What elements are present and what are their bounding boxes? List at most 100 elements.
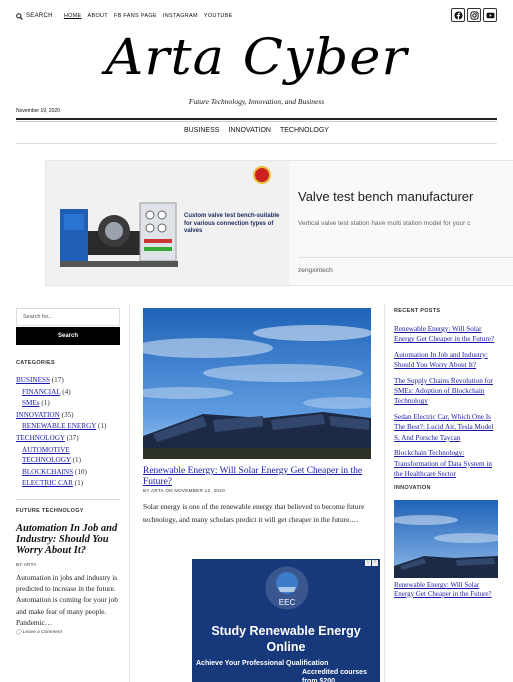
recent-post-link[interactable]: Sedan Electric Car, Which One Is The Bes… [394, 412, 498, 443]
instagram-icon [469, 10, 479, 20]
category-item: SMEs (1) [16, 398, 120, 410]
category-item: ELECTRIC CAR (1) [16, 478, 120, 490]
category-link[interactable]: ELECTRIC CAR [22, 479, 73, 487]
ad-divider [298, 257, 513, 258]
category-count: (37) [66, 433, 79, 442]
category-item: INNOVATION (35) [16, 410, 120, 422]
column-divider-left [129, 305, 130, 682]
left-sidebar: Search for... Search CATEGORIES BUSINESS… [16, 308, 120, 635]
category-count: (35) [61, 410, 74, 419]
ad-image-caption: Custom valve test bench-suitable for var… [184, 213, 280, 234]
recent-posts-title: RECENT POSTS [394, 308, 441, 314]
main-nav-business[interactable]: BUSINESS [184, 127, 219, 134]
ad-banner[interactable]: Custom valve test bench-suitable for var… [45, 160, 513, 286]
innovation-post-image[interactable] [394, 500, 498, 579]
column-divider-right [384, 305, 385, 682]
category-count: (10) [74, 467, 87, 476]
sidebar-search-button[interactable]: Search [16, 327, 120, 345]
top-bar: SEARCH HOME ABOUT FB FANS PAGE INSTAGRAM… [16, 8, 497, 24]
ad-org-name: EEC [279, 598, 296, 607]
category-link[interactable]: BUSINESS [16, 376, 50, 384]
current-date: November 19, 2020 [16, 108, 60, 114]
renewable-energy-ad[interactable]: i × EEC Study Renewable Energy Online Ac… [192, 559, 380, 682]
comment-icon: ◯ [16, 630, 22, 636]
category-link[interactable]: BLOCKCHAINS [22, 468, 73, 476]
category-item: RENEWABLE ENERGY (1) [16, 421, 120, 433]
header-divider [16, 118, 497, 120]
category-count: (1) [72, 455, 82, 464]
main-column: Renewable Energy: Will Solar Energy Get … [143, 308, 371, 526]
top-nav-instagram[interactable]: INSTAGRAM [163, 13, 198, 19]
leave-comment-label: Leave a Comment [22, 630, 62, 636]
ad-description: Vertical valve test station have multi s… [298, 220, 471, 227]
category-count: (17) [51, 376, 64, 384]
categories-list: BUSINESS (17) FINANCIAL (4) SMEs (1) INN… [16, 375, 120, 490]
search-label: SEARCH [26, 13, 53, 19]
ad-headline[interactable]: Valve test bench manufacturer [298, 189, 473, 204]
solar-panels-image [143, 308, 371, 459]
recent-post-link[interactable]: Blockchain Technology: Transformation of… [394, 448, 498, 479]
ad-left-text: Achieve Your Professional Qualification [196, 660, 329, 667]
future-technology-title: FUTURE TECHNOLOGY [16, 507, 84, 514]
main-nav-technology[interactable]: TECHNOLOGY [280, 127, 329, 134]
sidebar-search-input[interactable]: Search for... [16, 308, 120, 326]
eec-emblem-icon: EEC [265, 566, 309, 610]
category-count: (1) [74, 479, 84, 488]
recent-post-link[interactable]: The Supply Chains Revolution for SMEs: A… [394, 376, 498, 407]
innovation-title: INNOVATION [394, 485, 431, 492]
post-meta: BY ARTA ON NOVEMBER 12, 2020 [143, 488, 225, 493]
main-nav-innovation[interactable]: INNOVATION [228, 127, 271, 134]
category-link[interactable]: TECHNOLOGY [16, 434, 65, 442]
ad-close-icon[interactable]: × [372, 560, 378, 566]
brand-logo-icon [253, 166, 271, 184]
facebook-icon [453, 10, 463, 20]
category-link[interactable]: FINANCIAL [22, 388, 60, 396]
recent-posts-list: Renewable Energy: Will Solar Energy Get … [394, 324, 498, 479]
top-search-button[interactable]: SEARCH [16, 12, 53, 20]
right-sidebar: RECENT POSTS Renewable Energy: Will Sola… [394, 308, 498, 598]
category-link[interactable]: RENEWABLE ENERGY [22, 422, 96, 430]
categories-title: CATEGORIES [16, 360, 55, 366]
category-item: AUTOMOTIVE TECHNOLOGY (1) [16, 445, 120, 467]
future-post-excerpt: Automation in jobs and industry is predi… [16, 572, 118, 627]
youtube-icon [486, 12, 494, 18]
ad-right-text: Accredited courses from $200 [302, 669, 367, 682]
widget-divider [16, 498, 120, 500]
category-count: (1) [41, 399, 50, 408]
solar-panels-thumbnail [394, 500, 498, 579]
main-nav: BUSINESS INNOVATION TECHNOLOGY [0, 127, 513, 134]
header-divider-thin [16, 121, 497, 122]
category-link[interactable]: INNOVATION [16, 411, 60, 419]
ad-info-icon[interactable]: i [365, 560, 371, 566]
youtube-link[interactable] [483, 8, 497, 22]
innovation-post-title[interactable]: Renewable Energy: Will Solar Energy Get … [394, 581, 498, 598]
category-link[interactable]: SMEs [22, 399, 40, 407]
leave-comment-link[interactable]: ◯ Leave a Comment [16, 630, 120, 635]
recent-post-link[interactable]: Renewable Energy: Will Solar Energy Get … [394, 324, 498, 344]
category-count: (1) [98, 422, 107, 431]
category-item: TECHNOLOGY (37) [16, 433, 120, 445]
top-nav-youtube[interactable]: YOUTUBE [204, 13, 233, 19]
ad-brand-badge [251, 166, 273, 192]
post-featured-image[interactable] [143, 308, 371, 459]
ad-choices[interactable]: i × [365, 560, 378, 566]
facebook-link[interactable] [451, 8, 465, 22]
instagram-link[interactable] [467, 8, 481, 22]
category-link[interactable]: AUTOMOTIVE TECHNOLOGY [22, 446, 71, 464]
category-item: BLOCKCHAINS (10) [16, 467, 120, 479]
post-title[interactable]: Renewable Energy: Will Solar Energy Get … [143, 466, 371, 487]
social-links [451, 8, 497, 22]
recent-post-link[interactable]: Automation In Job and Industry: Should Y… [394, 350, 498, 370]
top-nav-home[interactable]: HOME [64, 13, 82, 19]
valve-test-bench-image [60, 202, 178, 267]
ad-image: Custom valve test bench-suitable for var… [46, 161, 289, 285]
future-post-title[interactable]: Automation In Job and Industry: Should Y… [16, 523, 120, 556]
top-nav-about[interactable]: ABOUT [88, 13, 108, 19]
ad-advertiser[interactable]: zengxintech [298, 267, 333, 274]
search-icon [16, 12, 23, 20]
nav-divider [16, 143, 497, 144]
category-item: BUSINESS (17) [16, 375, 120, 387]
future-post-byline[interactable]: BY ARTA [16, 562, 120, 567]
site-logo[interactable]: Arta Cyber [0, 28, 513, 86]
top-nav-fb-fans-page[interactable]: FB FANS PAGE [114, 13, 157, 19]
